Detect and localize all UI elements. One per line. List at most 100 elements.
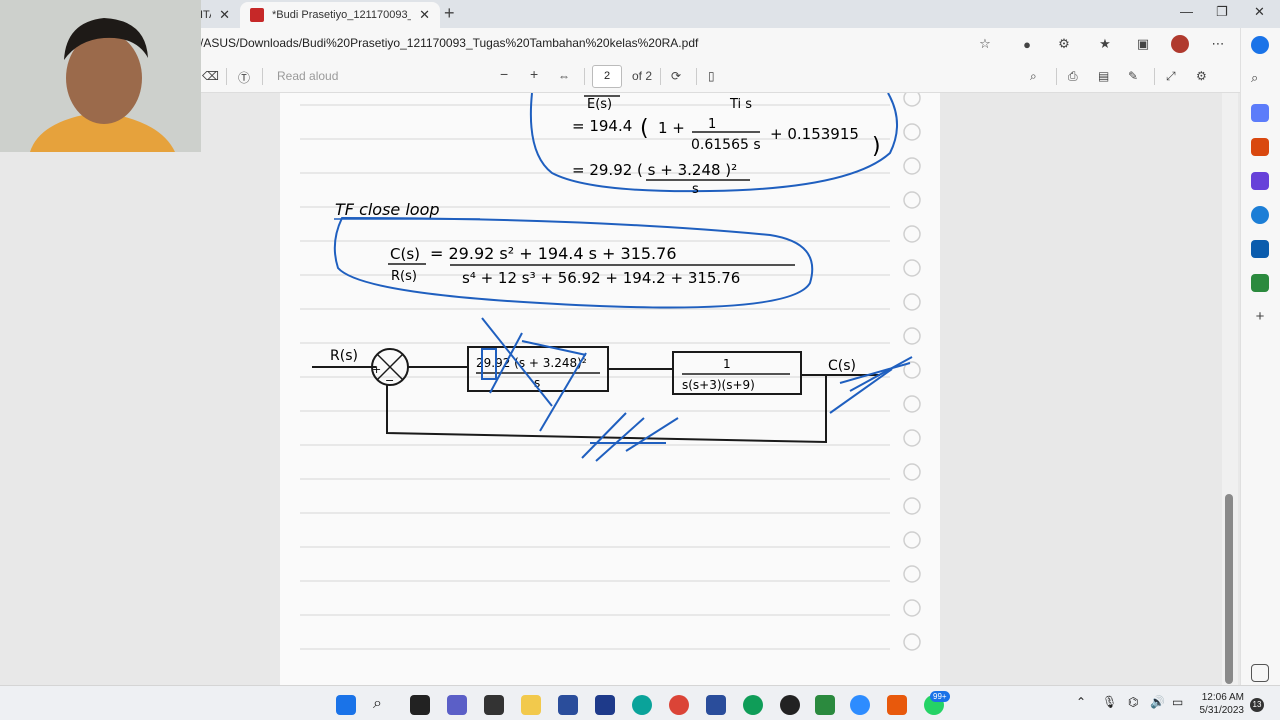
games-icon[interactable] (1251, 172, 1269, 190)
eq-paren-open: ( (640, 116, 649, 141)
block-input-label: R(s) (330, 348, 358, 364)
chevron-up-icon[interactable]: ⌃ (1076, 695, 1096, 715)
store-icon[interactable] (595, 695, 615, 715)
app-icon[interactable] (484, 695, 504, 715)
fullscreen-icon[interactable]: ⤢ (1166, 69, 1176, 84)
save-as-icon[interactable]: ✎ (1128, 69, 1138, 83)
notification-count[interactable]: 13 (1250, 698, 1264, 712)
edge-icon[interactable] (632, 695, 652, 715)
close-icon[interactable]: ✕ (219, 7, 230, 23)
divider (660, 68, 661, 85)
office-icon[interactable] (1251, 206, 1269, 224)
add-favorite-icon[interactable]: ☆ (976, 35, 994, 53)
eq-line3-den: s (692, 182, 699, 197)
minimize-button[interactable]: — (1180, 4, 1193, 19)
block2-num: 1 (723, 357, 731, 371)
divider (696, 68, 697, 85)
teams-chat-icon[interactable] (447, 695, 467, 715)
eq-line2-b: + 0.153915 (770, 125, 859, 143)
microphone-icon[interactable]: 🎙 (1102, 695, 1122, 715)
clock-date: 5/31/2023 (1199, 705, 1245, 716)
outlook-icon[interactable] (1251, 240, 1269, 258)
profile-avatar[interactable] (1171, 35, 1189, 53)
drop-icon[interactable] (1251, 274, 1269, 292)
fit-width-icon[interactable]: ⇔ (558, 69, 570, 83)
sum-plus-sign: + (372, 363, 381, 376)
save-icon[interactable]: ▤ (1098, 69, 1109, 83)
tf-lhs-den: R(s) (391, 269, 417, 284)
print-icon[interactable]: ⎙ (1068, 69, 1078, 84)
page-number-input[interactable]: 2 (592, 65, 622, 88)
tf-lhs-num: C(s) (390, 245, 420, 263)
battery-icon[interactable]: ▭ (1172, 695, 1192, 715)
network-icon[interactable]: ⌬ (1128, 695, 1148, 715)
bing-chat-icon[interactable] (1251, 36, 1269, 54)
text-icon[interactable]: Ⓣ (238, 69, 250, 86)
system-clock[interactable]: 12:06 AM 5/31/2023 (1200, 691, 1245, 717)
tf-den: s⁴ + 12 s³ + 56.92 + 194.2 + 315.76 (462, 269, 740, 287)
app-icon[interactable] (815, 695, 835, 715)
search-icon[interactable]: ⌕ (1251, 70, 1269, 88)
url-field[interactable]: /ASUS/Downloads/Budi%20Prasetiyo_1211700… (200, 36, 698, 50)
zoom-icon[interactable] (850, 695, 870, 715)
file-explorer-icon[interactable] (521, 695, 541, 715)
page-total: of 2 (632, 69, 653, 83)
zoom-in-button[interactable]: + (530, 66, 538, 82)
rotate-icon[interactable]: ⟳ (671, 69, 681, 83)
matlab-icon[interactable] (887, 695, 907, 715)
whatsapp-badge: 99+ (930, 691, 950, 702)
zoom-out-button[interactable]: − (500, 66, 508, 82)
tab-label: *Budi Prasetiyo_121170093_Tuga (272, 9, 411, 21)
page-view-icon[interactable]: ▯ (708, 69, 715, 83)
clock-time: 12:06 AM (1201, 692, 1244, 703)
eq-plus: 1 + (658, 119, 685, 137)
tab-pdf[interactable]: *Budi Prasetiyo_121170093_Tuga ✕ (240, 2, 440, 28)
app-icon[interactable] (558, 695, 578, 715)
task-view-icon[interactable] (410, 695, 430, 715)
new-tab-button[interactable]: + (444, 3, 455, 24)
search-icon[interactable]: ⌕ (1030, 69, 1037, 84)
scrollbar-thumb[interactable] (1225, 494, 1233, 684)
divider (262, 68, 263, 85)
eq-paren-close: ) (872, 134, 881, 159)
eq-line2-num: 1 (708, 117, 716, 132)
close-window-button[interactable]: ✕ (1254, 4, 1265, 20)
eraser-icon[interactable]: ⌫ (202, 69, 219, 83)
start-icon[interactable] (336, 695, 356, 715)
edge-sidebar: ⌕ + (1240, 28, 1280, 685)
settings-icon[interactable]: ⚙ (1196, 69, 1207, 83)
extension-icon[interactable]: ● (1018, 35, 1036, 53)
eq-line2-den: 0.61565 s (691, 137, 761, 153)
read-aloud-button[interactable]: Read aloud (277, 69, 338, 83)
tab-label: ITA (200, 9, 211, 21)
eq-top-lhs: E(s) (587, 97, 612, 112)
app-icon[interactable] (780, 695, 800, 715)
maximize-button[interactable]: ❐ (1216, 4, 1228, 20)
webcam-overlay (0, 0, 201, 152)
shopping-tag-icon[interactable] (1251, 104, 1269, 122)
notebook-page: E(s) Ti s = 194.4 ( 1 + 1 0.61565 s + 0.… (300, 93, 921, 651)
app-icon[interactable] (706, 695, 726, 715)
collections-icon[interactable]: ▣ (1134, 35, 1152, 53)
sidebar-toggle-icon[interactable] (1251, 664, 1269, 682)
tf-num: = 29.92 s² + 194.4 s + 315.76 (430, 244, 677, 263)
volume-icon[interactable]: 🔊 (1150, 695, 1170, 715)
divider (226, 68, 227, 85)
favorites-icon[interactable]: ★ (1096, 35, 1114, 53)
puzzle-icon[interactable]: ⚙ (1055, 35, 1073, 53)
tools-briefcase-icon[interactable] (1251, 138, 1269, 156)
more-menu-icon[interactable]: ⋯ (1209, 35, 1227, 53)
eq-line2-a: = 194.4 (572, 117, 632, 135)
close-icon[interactable]: ✕ (419, 7, 430, 23)
add-sidebar-app-icon[interactable]: + (1251, 308, 1269, 326)
eq-line3: = 29.92 ( s + 3.248 )² (572, 161, 737, 179)
search-icon[interactable]: ⌕ (373, 695, 393, 715)
taskbar: ⌕ 99+ ⌃ 🎙 ⌬ 🔊 ▭ 12:06 AM 5/31/2023 13 (0, 685, 1280, 720)
divider (584, 68, 585, 85)
block1-num: 29.92 (s + 3.248)² (476, 356, 587, 370)
chrome-icon[interactable] (669, 695, 689, 715)
chrome-profile-icon[interactable] (743, 695, 763, 715)
pdf-icon (250, 8, 264, 22)
tf-heading: TF close loop (335, 200, 440, 219)
divider (1154, 68, 1155, 85)
